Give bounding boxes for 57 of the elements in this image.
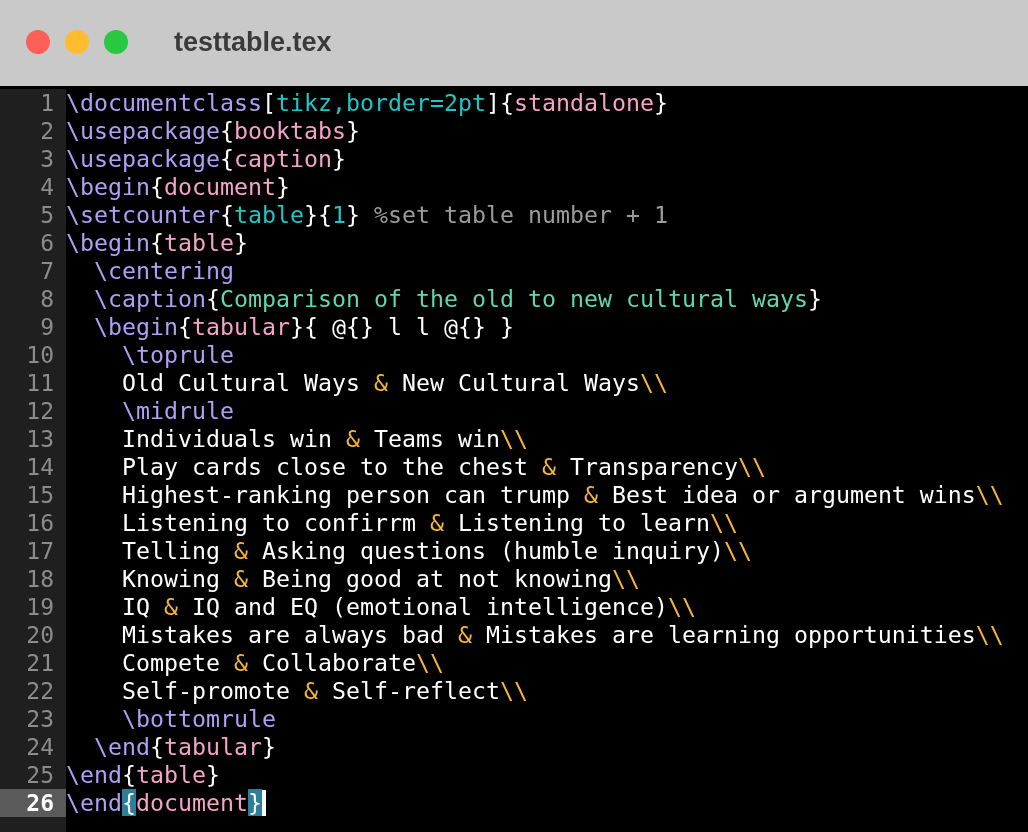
- code-line: \begin{document}: [66, 173, 290, 201]
- code-line: \usepackage{caption}: [66, 145, 346, 173]
- line-number: 23: [26, 706, 54, 732]
- line-number: 20: [26, 622, 54, 648]
- code-line: \end{table}: [66, 761, 220, 789]
- code-line: \bottomrule: [121, 705, 276, 733]
- code-line: \setcounter{table}{1} %set table number + 1: [66, 201, 668, 229]
- line-number: 21: [26, 650, 54, 676]
- line-number: 8: [40, 286, 54, 312]
- line-number: 22: [26, 678, 54, 704]
- line-number: 12: [26, 398, 54, 424]
- text-cursor: [262, 790, 266, 816]
- code-line: \caption{Comparison of the old to new cultural ways}: [93, 285, 822, 313]
- line-number: 11: [26, 370, 54, 396]
- line-number: 4: [40, 174, 54, 200]
- code-line: Mistakes are always bad & Mistakes are learning opportunities\\: [121, 621, 1004, 649]
- code-line: \usepackage{booktabs}: [66, 117, 360, 145]
- code-line: \toprule: [121, 341, 234, 369]
- code-line: \centering: [93, 257, 234, 285]
- line-number: 7: [40, 258, 54, 284]
- close-button[interactable]: [26, 30, 50, 54]
- line-number: 6: [40, 230, 54, 256]
- code-line: Compete & Collaborate\\: [121, 649, 444, 677]
- line-number: 15: [26, 482, 54, 508]
- code-line: \documentclass[tikz,border=2pt]{standalone}: [66, 89, 668, 117]
- line-number: 19: [26, 594, 54, 620]
- line-number: 14: [26, 454, 54, 480]
- line-number: 2: [40, 118, 54, 144]
- zoom-button[interactable]: [104, 30, 128, 54]
- code-line: Self-promote & Self-reflect\\: [121, 677, 528, 705]
- code-line: Old Cultural Ways & New Cultural Ways\\: [121, 369, 668, 397]
- code-line: Listening to confirrm & Listening to learn\\: [121, 509, 738, 537]
- line-number: 16: [26, 510, 54, 536]
- code-line: Individuals win & Teams win\\: [121, 425, 528, 453]
- line-number: 3: [40, 146, 54, 172]
- line-number: 5: [40, 202, 54, 228]
- minimize-button[interactable]: [65, 30, 89, 54]
- code-line: \begin{table}: [66, 229, 248, 257]
- line-number: 25: [26, 762, 54, 788]
- code-line: \end{tabular}: [93, 733, 276, 761]
- code-line: \begin{tabular}{ @{} l l @{} }: [93, 313, 514, 341]
- line-number: 18: [26, 566, 54, 592]
- code-line: Telling & Asking questions (humble inquiry)\\: [121, 537, 752, 565]
- line-number: 17: [26, 538, 54, 564]
- code-line: Knowing & Being good at not knowing\\: [121, 565, 640, 593]
- code-line: \midrule: [121, 397, 234, 425]
- line-number: 10: [26, 342, 54, 368]
- code-line: IQ & IQ and EQ (emotional intelligence)\\: [121, 593, 696, 621]
- code-line: Play cards close to the chest & Transparency\\: [121, 453, 766, 481]
- line-number: 13: [26, 426, 54, 452]
- line-number: 24: [26, 734, 54, 760]
- code-line: Highest-ranking person can trump & Best idea or argument wins\\: [121, 481, 1004, 509]
- line-number: 1: [40, 90, 54, 116]
- line-number: 26: [26, 790, 54, 816]
- code-line: \end{document}: [66, 789, 262, 817]
- window-title: testtable.tex: [174, 25, 332, 59]
- line-number: 9: [40, 314, 54, 340]
